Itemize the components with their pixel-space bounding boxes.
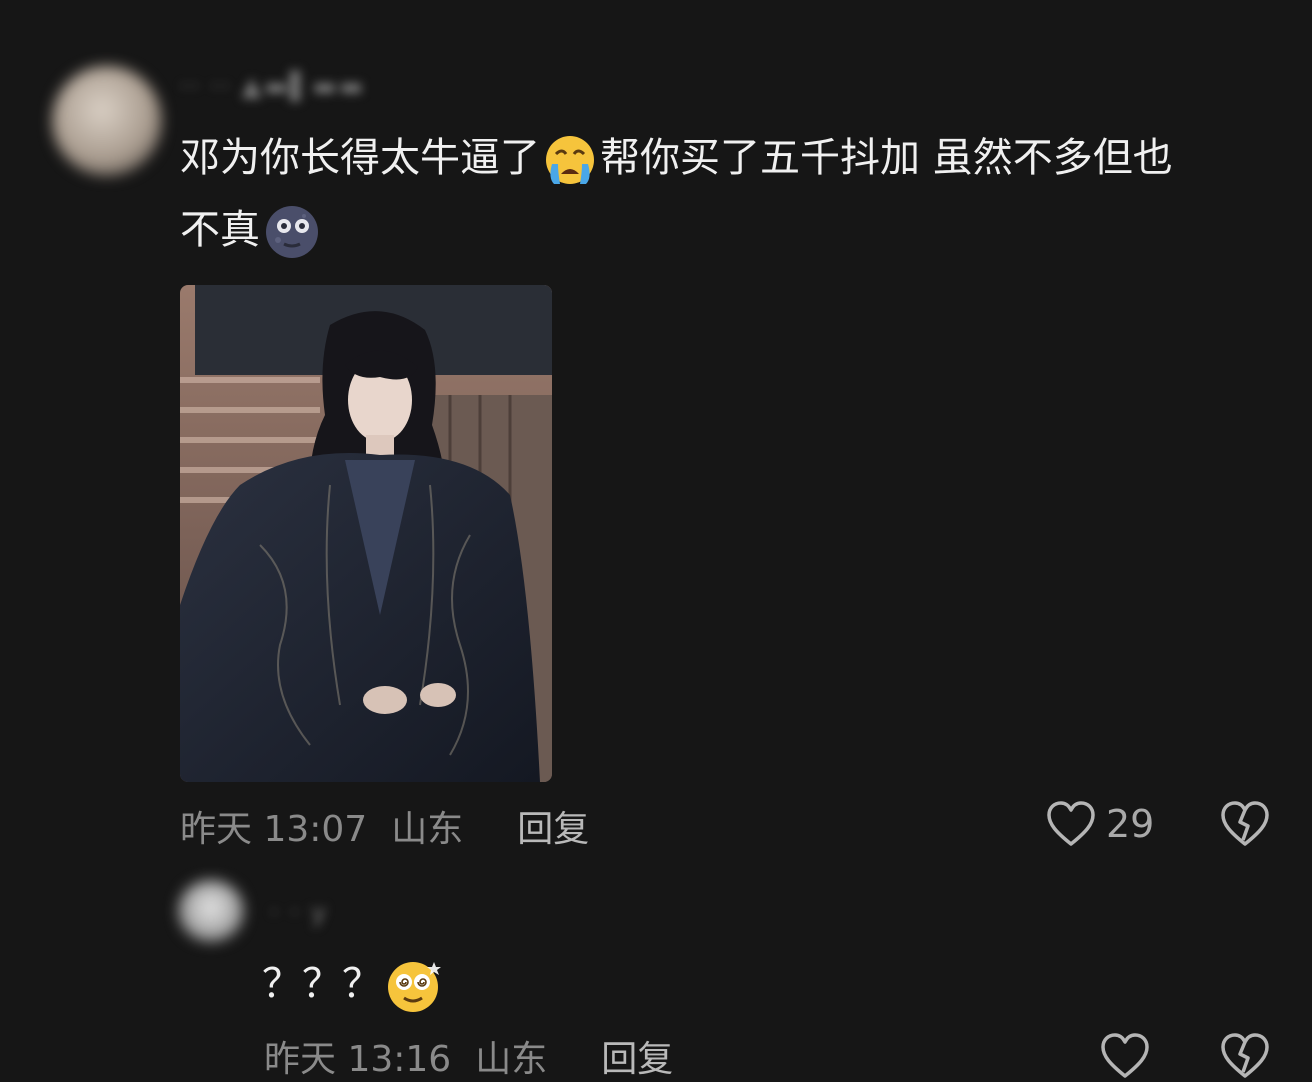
comment-text-part-1: 邓为你长得太牛逼了 bbox=[180, 135, 540, 181]
comment-text-part-3: 不真 bbox=[180, 207, 260, 253]
comment-time: 昨天 13:07 bbox=[180, 809, 368, 850]
reply-button[interactable]: 回复 bbox=[601, 1030, 673, 1082]
comment-text-part-1: ？？？ bbox=[262, 961, 382, 1007]
like-count: 29 bbox=[1106, 802, 1155, 846]
new-moon-face-icon bbox=[264, 204, 320, 260]
broken-heart-icon bbox=[1220, 1032, 1270, 1080]
comment-text-part-2: 帮你买了五千抖加 虽然不多但也 bbox=[600, 135, 1173, 181]
photo-image bbox=[180, 285, 552, 782]
heart-icon bbox=[1046, 800, 1096, 848]
comment-meta: 昨天 13:07 山东 回复 bbox=[180, 800, 589, 852]
comment-location: 山东 bbox=[391, 809, 464, 850]
comment-photo[interactable] bbox=[180, 285, 552, 782]
comment-meta: 昨天 13:16 山东 回复 bbox=[264, 1030, 673, 1082]
dislike-button[interactable] bbox=[1220, 1032, 1270, 1080]
avatar[interactable] bbox=[178, 880, 244, 942]
username[interactable]: · · y bbox=[270, 898, 328, 928]
reply-button[interactable]: 回复 bbox=[517, 800, 589, 852]
like-button[interactable]: 29 bbox=[1046, 800, 1154, 848]
comment-location: 山东 bbox=[475, 1039, 548, 1080]
comment-text: 邓为你长得太牛逼了 帮你买了五千抖加 虽然不多但也 不真 bbox=[180, 122, 1280, 266]
loudly-crying-face-icon bbox=[544, 134, 596, 186]
broken-heart-icon bbox=[1220, 800, 1270, 848]
comment-time: 昨天 13:16 bbox=[264, 1039, 452, 1080]
comment-text: ？？？ bbox=[262, 948, 446, 1020]
dizzy-eyes-face-icon bbox=[386, 958, 442, 1014]
heart-icon bbox=[1100, 1032, 1150, 1080]
avatar[interactable] bbox=[52, 66, 162, 176]
dislike-button[interactable] bbox=[1220, 800, 1270, 848]
like-button[interactable] bbox=[1100, 1032, 1150, 1080]
username[interactable]: ·· ·· ▲▬▌▬▬ bbox=[180, 72, 365, 102]
